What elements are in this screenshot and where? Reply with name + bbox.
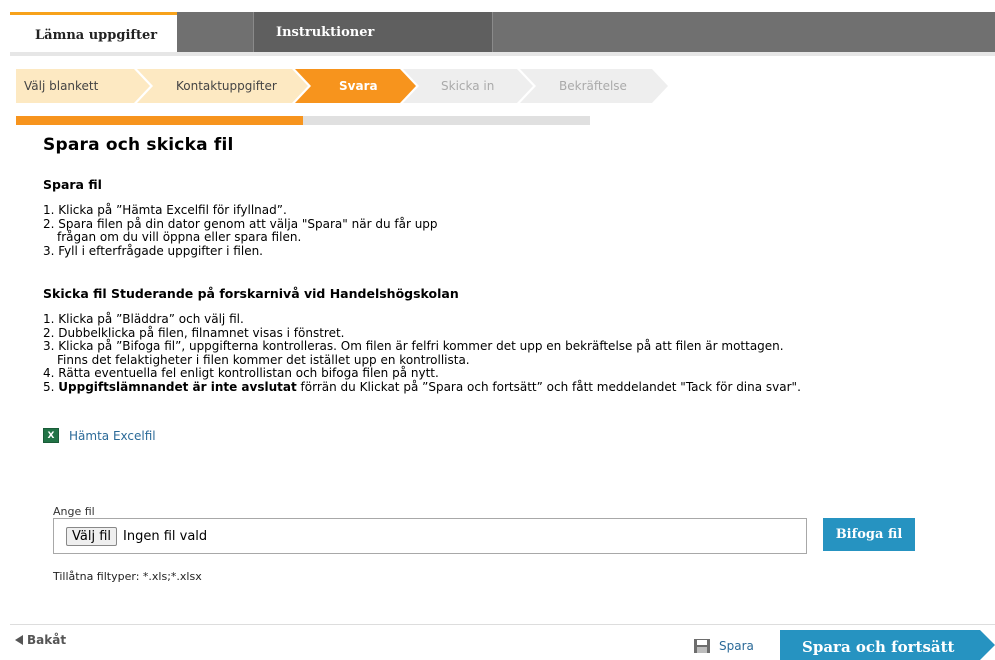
save-label: Spara — [719, 639, 754, 653]
file-input[interactable]: Välj fil Ingen fil vald — [53, 518, 807, 554]
file-input-label: Ange fil — [53, 505, 95, 518]
attach-file-button[interactable]: Bifoga fil — [823, 518, 915, 551]
choose-file-button[interactable]: Välj fil — [66, 526, 118, 546]
tab-lamna-uppgifter[interactable]: Lämna uppgifter — [10, 12, 177, 56]
top-tab-bar: Lämna uppgifter Instruktioner — [10, 12, 995, 56]
page-title: Spara och skicka fil — [43, 135, 234, 155]
list-item: 1. Klicka på ”Hämta Excelfil för ifyllna… — [43, 203, 438, 218]
tab-lamna-uppgifter-label: Lämna uppgifter — [35, 28, 158, 43]
list-item: 4. Rätta eventuella fel enligt kontrolli… — [43, 366, 801, 381]
download-excel-label: Hämta Excelfil — [69, 428, 156, 443]
footer-divider — [10, 624, 995, 625]
save-step-1: 1. Klicka på ”Hämta Excelfil för ifyllna… — [43, 203, 287, 217]
tab-instruktioner[interactable]: Instruktioner — [253, 12, 493, 52]
list-item: 5. Uppgiftslämnandet är inte avslutat fö… — [43, 379, 801, 395]
send-step-2: 2. Dubbelklicka på filen, filnamnet visa… — [43, 325, 345, 340]
save-disk-icon — [694, 639, 710, 653]
save-and-continue-label: Spara och fortsätt — [802, 638, 955, 656]
step-svara: Svara — [339, 69, 399, 103]
progress-bar-fill — [16, 116, 303, 125]
no-file-text: Ingen fil vald — [123, 528, 208, 544]
tab-strip-bottom — [10, 52, 995, 56]
send-step-1: 1. Klicka på ”Bläddra” och välj fil. — [43, 312, 244, 326]
send-step-5-rest: förrän du Klickat på ”Spara och fortsätt… — [296, 379, 801, 394]
send-step-5-bold: Uppgiftslämnandet är inte avslutat — [58, 379, 297, 394]
list-item: 2. Spara filen på din dator genom att vä… — [43, 216, 438, 245]
save-instructions-list: 1. Klicka på ”Hämta Excelfil för ifyllna… — [43, 203, 438, 259]
step-label-3: Svara — [339, 79, 378, 93]
send-step-5-prefix: 5. — [43, 379, 59, 394]
attach-file-label: Bifoga fil — [835, 527, 903, 542]
step-label-2: Kontaktuppgifter — [176, 79, 277, 93]
step-bekraftelse: Bekräftelse — [559, 69, 649, 103]
progress-bar — [16, 116, 590, 125]
triangle-left-icon — [15, 635, 23, 645]
send-step-3-cont: Finns det felaktigheter i filen kommer d… — [57, 352, 470, 367]
step-skicka-in: Skicka in — [441, 69, 521, 103]
list-item: 2. Dubbelklicka på filen, filnamnet visa… — [43, 325, 801, 341]
send-step-4: 4. Rätta eventuella fel enligt kontrolli… — [43, 366, 439, 380]
list-item: 1. Klicka på ”Bläddra” och välj fil. — [43, 312, 801, 327]
save-step-3: 3. Fyll i efterfrågade uppgifter i filen… — [43, 243, 263, 258]
excel-file-icon: X — [43, 428, 59, 443]
allowed-file-types: Tillåtna filtyper: *.xls;*.xlsx — [53, 570, 202, 583]
back-label: Bakåt — [27, 633, 67, 647]
send-instructions-list: 1. Klicka på ”Bläddra” och välj fil. 2. … — [43, 312, 801, 395]
send-step-3: 3. Klicka på ”Bifoga fil”, uppgifterna k… — [43, 339, 784, 353]
step-label-5: Bekräftelse — [559, 79, 627, 93]
step-valj-blankett[interactable]: Välj blankett — [24, 69, 134, 103]
list-item: 3. Klicka på ”Bifoga fil”, uppgifterna k… — [43, 339, 801, 367]
step-kontaktuppgifter[interactable]: Kontaktuppgifter — [176, 69, 296, 103]
send-section-heading: Skicka fil Studerande på forskarnivå vid… — [43, 286, 459, 301]
tab-instruktioner-label: Instruktioner — [276, 24, 375, 40]
step-label-4: Skicka in — [441, 79, 495, 93]
back-button[interactable]: Bakåt — [15, 633, 66, 647]
list-item: 3. Fyll i efterfrågade uppgifter i filen… — [43, 243, 438, 259]
step-wizard: Välj blankett Kontaktuppgifter Svara Ski… — [16, 69, 676, 103]
save-button[interactable]: Spara — [693, 638, 754, 654]
save-step-2-cont: frågan om du vill öppna eller spara file… — [57, 230, 302, 244]
save-step-2: 2. Spara filen på din dator genom att vä… — [43, 216, 438, 231]
save-section-heading: Spara fil — [43, 177, 102, 192]
step-label-1: Välj blankett — [24, 79, 99, 93]
download-excel-link[interactable]: X Hämta Excelfil — [43, 428, 156, 443]
